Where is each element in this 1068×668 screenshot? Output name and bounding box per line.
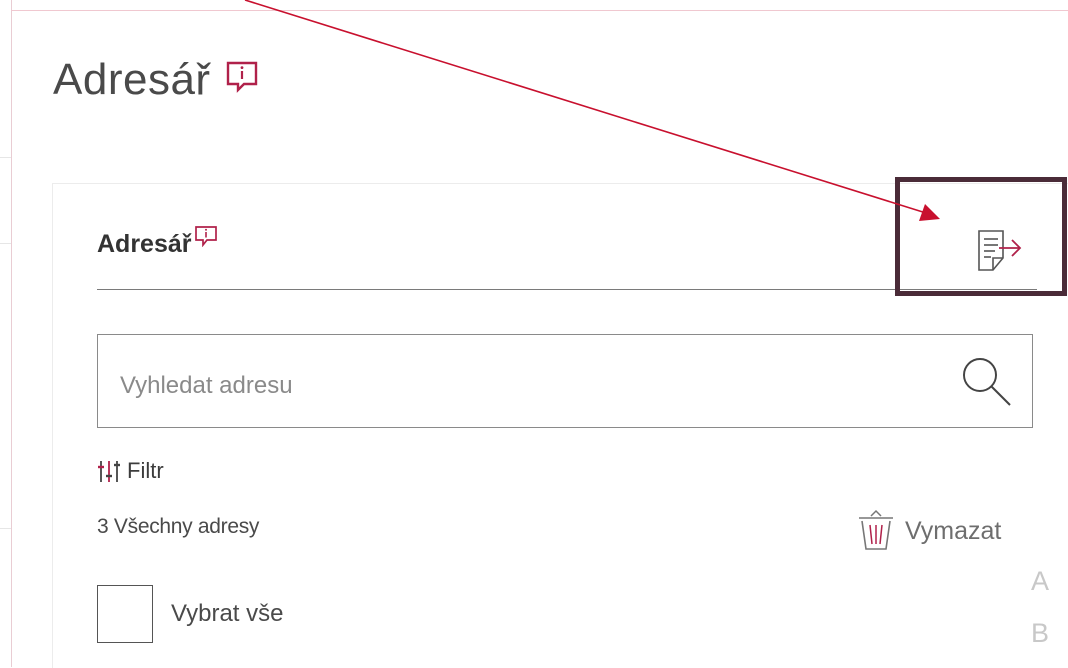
page-title: Adresář: [53, 55, 211, 104]
select-all-control[interactable]: Vybrat vše: [97, 585, 284, 643]
section-title: Adresář: [97, 230, 192, 258]
filter-label: Filtr: [127, 458, 164, 483]
section-divider: [97, 289, 1037, 290]
trash-icon: [859, 509, 893, 550]
alphabet-index-letter[interactable]: B: [1031, 618, 1049, 649]
left-panel-divider: [0, 157, 11, 158]
search-icon[interactable]: [958, 353, 1018, 413]
filter-button[interactable]: Filtr: [97, 458, 164, 484]
info-speech-icon[interactable]: [225, 60, 259, 94]
info-speech-icon[interactable]: [194, 225, 218, 247]
top-edge-line: [11, 0, 1068, 11]
left-panel-divider: [0, 528, 11, 529]
clear-label: Vymazat: [905, 516, 1002, 545]
clear-button[interactable]: Vymazat: [855, 508, 1001, 552]
left-panel-divider: [0, 243, 11, 244]
address-count: 3 Všechny adresy: [97, 515, 260, 538]
left-panel-edge: [0, 0, 12, 667]
select-all-label: Vybrat vše: [171, 600, 284, 627]
select-all-checkbox[interactable]: [97, 585, 153, 643]
section-header: Adresář: [97, 226, 218, 259]
search-input[interactable]: [98, 355, 958, 417]
alphabet-index-letter[interactable]: A: [1031, 566, 1049, 597]
export-list-icon[interactable]: [975, 228, 1023, 276]
filter-sliders-icon: [98, 461, 120, 482]
page-header: Adresář: [53, 58, 259, 102]
search-box: [97, 334, 1033, 428]
